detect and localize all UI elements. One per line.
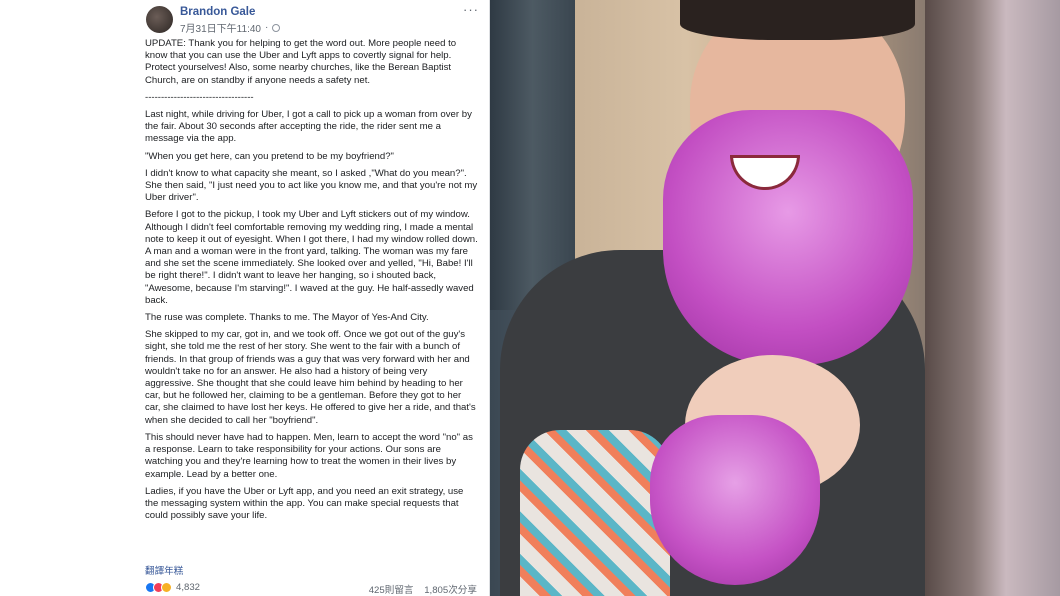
- post-paragraph: "When you get here, can you pretend to b…: [145, 150, 394, 162]
- post-paragraph: Last night, while driving for Uber, I go…: [145, 109, 475, 145]
- post-paragraph: UPDATE: Thank you for helping to get the…: [145, 38, 459, 86]
- post-paragraph: The ruse was complete. Thanks to me. The…: [145, 312, 429, 324]
- post-paragraph: I didn't know to what capacity she meant…: [145, 167, 480, 204]
- photo-glitter-beards: [490, 0, 925, 596]
- post-paragraph: This should never have had to happen. Me…: [145, 431, 476, 480]
- author-name[interactable]: Brandon Gale: [180, 6, 255, 18]
- comments-count[interactable]: 425則留言: [369, 585, 414, 596]
- wow-reaction-icon: [161, 582, 172, 593]
- post-paragraph: Ladies, if you have the Uber or Lyft app…: [145, 485, 467, 522]
- screenshot-stage: Brandon Gale 7月31日下午11:40 · ··· UPDATE: …: [0, 0, 1060, 596]
- shares-count[interactable]: 1,805次分享: [424, 585, 477, 596]
- globe-icon: [272, 23, 281, 32]
- baby-onesie: [520, 430, 670, 596]
- man-hair: [680, 0, 915, 40]
- avatar[interactable]: [146, 6, 173, 33]
- facebook-post: Brandon Gale 7月31日下午11:40 · ··· UPDATE: …: [135, 0, 490, 596]
- post-paragraph: ----------------------------------: [145, 91, 254, 103]
- post-body: UPDATE: Thank you for helping to get the…: [145, 38, 478, 527]
- right-blurred-margin: [925, 0, 1060, 596]
- baby-glitter-beard: [650, 415, 820, 585]
- reaction-count: 4,832: [176, 582, 201, 593]
- more-options-icon[interactable]: ···: [463, 2, 479, 17]
- post-paragraph: She skipped to my car, got in, and we to…: [145, 329, 479, 426]
- see-translation-link[interactable]: 翻譯年糕: [145, 563, 183, 577]
- post-stats: 425則留言 1,805次分享: [369, 582, 477, 596]
- timestamp[interactable]: 7月31日下午11:40: [180, 20, 261, 35]
- glitter-beard: [663, 110, 913, 365]
- left-margin: [0, 0, 135, 596]
- reactions-summary[interactable]: 4,832: [145, 582, 200, 593]
- post-meta: 7月31日下午11:40 ·: [180, 20, 281, 35]
- post-paragraph: Before I got to the pickup, I took my Ub…: [145, 209, 480, 306]
